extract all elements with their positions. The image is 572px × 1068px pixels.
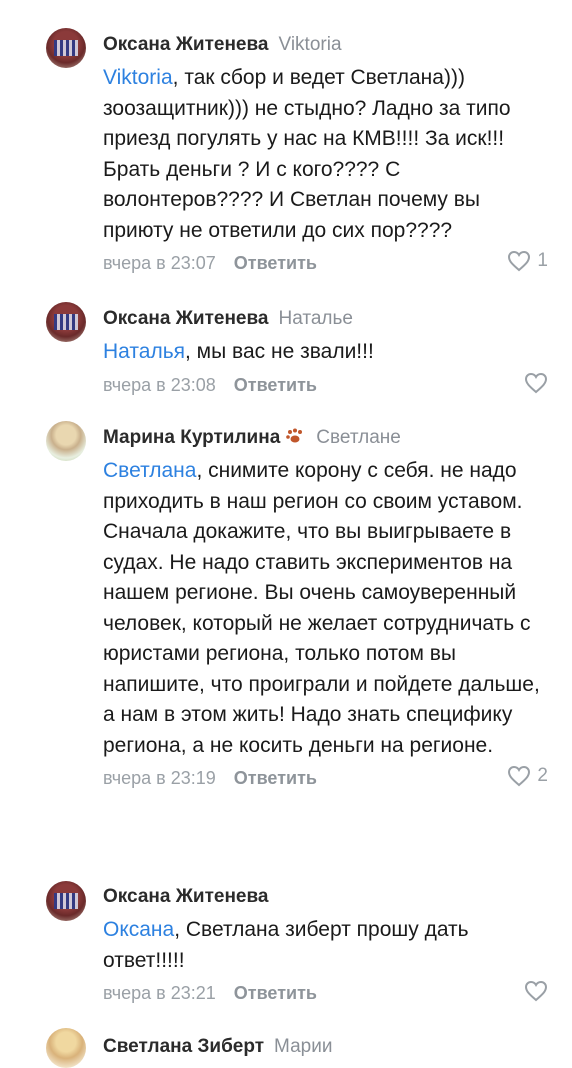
avatar[interactable] <box>46 28 86 68</box>
like-button[interactable]: 2 <box>507 765 548 787</box>
avatar[interactable] <box>46 1028 86 1068</box>
like-count: 1 <box>537 250 548 271</box>
comment-author[interactable]: Оксана Житенева <box>103 308 269 329</box>
reply-button[interactable]: Ответить <box>234 253 317 273</box>
like-button[interactable] <box>524 980 548 1002</box>
comment-meta: вчера в 23:19 Ответить 2 <box>103 765 548 789</box>
comment-meta: вчера в 23:21 Ответить <box>103 980 548 1004</box>
comment-author[interactable]: Оксана Житенева <box>103 34 269 55</box>
comment-meta: вчера в 23:07 Ответить 1 <box>103 250 548 274</box>
reply-button[interactable]: Ответить <box>234 768 317 788</box>
reply-button[interactable]: Ответить <box>234 375 317 395</box>
comment-timestamp: вчера в 23:07 <box>103 253 216 273</box>
comment-meta: вчера в 23:08 Ответить <box>103 372 548 396</box>
reply-button[interactable]: Ответить <box>234 983 317 1003</box>
comment-timestamp: вчера в 23:21 <box>103 983 216 1003</box>
comments-feed: Оксана Житенева Viktoria Viktoria, так сб… <box>0 0 572 1068</box>
comment-text: Оксана, Светлана зиберт прошу дать ответ… <box>103 918 469 972</box>
like-count: 2 <box>537 765 548 786</box>
reply-to-name[interactable]: Viktoria <box>279 34 342 55</box>
mention-link[interactable]: Наталья <box>103 340 185 363</box>
like-button[interactable] <box>524 372 548 394</box>
comment-author[interactable]: Светлана Зиберт <box>103 1036 264 1057</box>
comment-text: Наталья, мы вас не звали!!! <box>103 340 374 363</box>
avatar[interactable] <box>46 881 86 921</box>
reply-to-name[interactable]: Марии <box>274 1036 332 1057</box>
paw-icon <box>286 428 303 443</box>
heart-icon <box>524 980 548 1002</box>
mention-link[interactable]: Viktoria <box>103 66 173 89</box>
heart-icon <box>508 765 531 787</box>
mention-link[interactable]: Оксана <box>103 918 174 941</box>
like-button[interactable]: 1 <box>507 250 548 272</box>
comment-timestamp: вчера в 23:08 <box>103 374 216 395</box>
reply-to-name[interactable]: Светлане <box>316 427 401 448</box>
reply-to-name[interactable]: Наталье <box>279 308 353 329</box>
comment-text: Светлана, снимите корону с себя. не надо… <box>103 459 540 757</box>
comment-timestamp: вчера в 23:19 <box>103 768 216 788</box>
heart-icon <box>524 372 548 393</box>
mention-link[interactable]: Светлана <box>103 459 196 482</box>
avatar[interactable] <box>46 302 86 342</box>
comment-author[interactable]: Марина Куртилина <box>103 427 280 448</box>
comment-author[interactable]: Оксана Житенева <box>103 886 269 907</box>
heart-icon <box>508 250 531 272</box>
comment-text: Viktoria, так сбор и ведет Светлана))) з… <box>103 66 511 242</box>
avatar[interactable] <box>46 421 86 461</box>
